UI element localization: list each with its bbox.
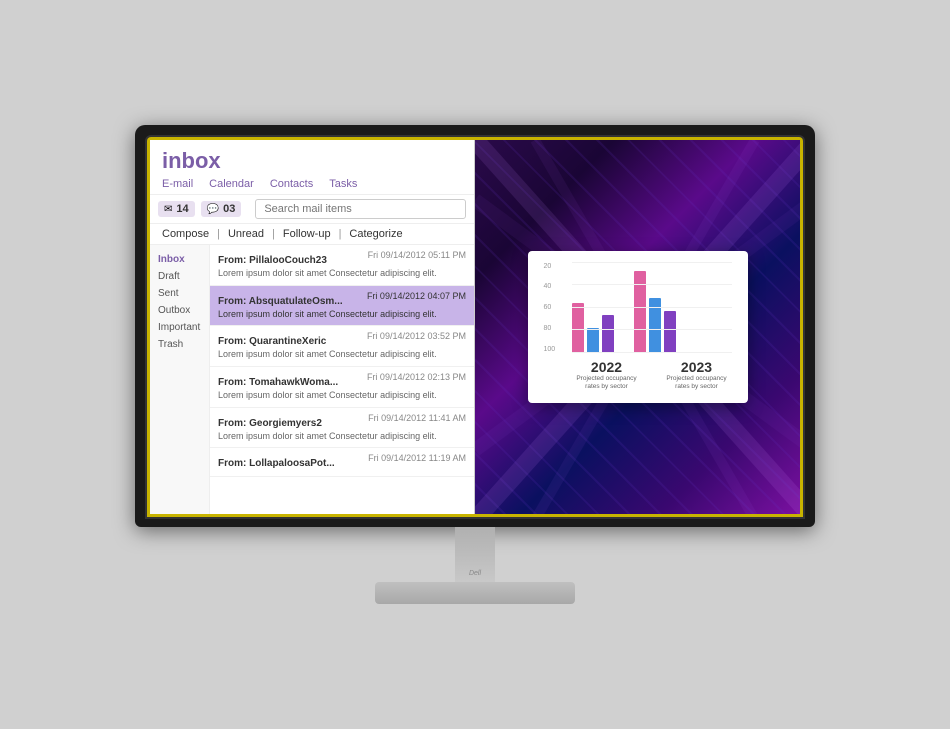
counters-search-row: ✉ 14 💬 03: [150, 195, 474, 224]
mail-from: From: TomahawkWoma...: [218, 377, 338, 388]
y-label: 40: [544, 283, 556, 290]
mail-from: From: LollapaloosaPot...: [218, 458, 335, 469]
monitor-bezel: inbox E-mail Calendar Contacts Tasks ✉ 1…: [145, 135, 805, 519]
mail-preview: Lorem ipsum dolor sit amet Consectetur a…: [218, 390, 466, 402]
monitor-neck: Dell: [455, 527, 495, 582]
chart-panel: 100 80 60 40 20: [475, 140, 800, 514]
monitor-base: [375, 582, 575, 604]
email-header: inbox E-mail Calendar Contacts Tasks: [150, 140, 474, 195]
sidebar-item-sent[interactable]: Sent: [150, 285, 209, 302]
mail-from: From: AbsquatulateOsm...: [218, 296, 343, 307]
mail-preview: Lorem ipsum dolor sit amet Consectetur a…: [218, 431, 466, 443]
y-label: 80: [544, 325, 556, 332]
sidebar-item-outbox[interactable]: Outbox: [150, 302, 209, 319]
sidebar-item-important[interactable]: Important: [150, 319, 209, 336]
compose-button[interactable]: Compose: [162, 228, 209, 240]
monitor: inbox E-mail Calendar Contacts Tasks ✉ 1…: [125, 125, 825, 604]
unread-button[interactable]: Unread: [228, 228, 264, 240]
chat-count: 03: [223, 203, 235, 215]
tab-contacts[interactable]: Contacts: [270, 178, 313, 190]
mail-date: Fri 09/14/2012 02:13 PM: [367, 372, 466, 382]
chart-area: 100 80 60 40 20: [544, 263, 732, 353]
tab-email[interactable]: E-mail: [162, 178, 193, 190]
screen-content: inbox E-mail Calendar Contacts Tasks ✉ 1…: [147, 137, 803, 517]
year-desc: Projected occupancyrates by sector: [572, 375, 642, 392]
nav-tabs: E-mail Calendar Contacts Tasks: [162, 178, 462, 190]
mail-date: Fri 09/14/2012 11:41 AM: [368, 413, 466, 423]
chart-year-2022: 2022 Projected occupancyrates by sector: [572, 359, 642, 392]
list-item[interactable]: From: Georgiemyers2 Fri 09/14/2012 11:41 …: [210, 408, 474, 449]
email-body: Inbox Draft Sent Outbox Important Trash …: [150, 245, 474, 514]
sidebar-item-draft[interactable]: Draft: [150, 268, 209, 285]
mail-preview: Lorem ipsum dolor sit amet Consectetur a…: [218, 268, 466, 280]
mail-preview: Lorem ipsum dolor sit amet Consectetur a…: [218, 349, 466, 361]
y-label: 60: [544, 304, 556, 311]
chart-gridlines: [572, 263, 732, 353]
sidebar-item-trash[interactable]: Trash: [150, 336, 209, 353]
mail-list: From: PillalooCouch23 Fri 09/14/2012 05:1…: [210, 245, 474, 514]
chart-card: 100 80 60 40 20: [528, 251, 748, 404]
search-input[interactable]: [255, 199, 466, 219]
categorize-button[interactable]: Categorize: [349, 228, 402, 240]
chart-year-2023: 2023 Projected occupancyrates by sector: [662, 359, 732, 392]
tab-tasks[interactable]: Tasks: [329, 178, 357, 190]
y-label: 20: [544, 263, 556, 270]
mail-date: Fri 09/14/2012 05:11 PM: [368, 250, 466, 260]
mail-preview: Lorem ipsum dolor sit amet Consectetur a…: [218, 309, 466, 321]
email-panel: inbox E-mail Calendar Contacts Tasks ✉ 1…: [150, 140, 475, 514]
dell-logo: Dell: [469, 570, 481, 577]
list-item[interactable]: From: TomahawkWoma... Fri 09/14/2012 02:1…: [210, 367, 474, 408]
mail-from: From: PillalooCouch23: [218, 255, 327, 266]
chart-labels: 2022 Projected occupancyrates by sector …: [544, 359, 732, 392]
chat-counter: 💬 03: [201, 201, 242, 217]
mail-count: 14: [176, 203, 188, 215]
mail-icon: ✉: [164, 204, 172, 215]
list-item[interactable]: From: LollapaloosaPot... Fri 09/14/2012 1…: [210, 448, 474, 477]
toolbar-row: Compose | Unread | Follow-up | Categoriz…: [150, 224, 474, 245]
list-item[interactable]: From: PillalooCouch23 Fri 09/14/2012 05:1…: [210, 245, 474, 286]
mail-date: Fri 09/14/2012 04:07 PM: [367, 291, 466, 301]
year-number: 2022: [572, 359, 642, 375]
year-desc: Projected occupancyrates by sector: [662, 375, 732, 392]
inbox-title: inbox: [162, 148, 462, 174]
mail-date: Fri 09/14/2012 11:19 AM: [368, 453, 466, 463]
tab-calendar[interactable]: Calendar: [209, 178, 254, 190]
monitor-frame: inbox E-mail Calendar Contacts Tasks ✉ 1…: [135, 125, 815, 527]
mail-counter: ✉ 14: [158, 201, 195, 217]
search-bar: [255, 199, 466, 219]
mail-date: Fri 09/14/2012 03:52 PM: [367, 331, 466, 341]
chat-icon: 💬: [207, 204, 219, 215]
y-axis: 100 80 60 40 20: [544, 263, 556, 353]
list-item[interactable]: From: QuarantineXeric Fri 09/14/2012 03:5…: [210, 326, 474, 367]
mail-from: From: QuarantineXeric: [218, 336, 326, 347]
mail-from: From: Georgiemyers2: [218, 418, 322, 429]
y-label: 100: [544, 346, 556, 353]
sidebar-nav: Inbox Draft Sent Outbox Important Trash: [150, 245, 210, 514]
year-number: 2023: [662, 359, 732, 375]
list-item[interactable]: From: AbsquatulateOsm... Fri 09/14/2012 0…: [210, 286, 474, 327]
followup-button[interactable]: Follow-up: [283, 228, 331, 240]
sidebar-item-inbox[interactable]: Inbox: [150, 251, 209, 268]
